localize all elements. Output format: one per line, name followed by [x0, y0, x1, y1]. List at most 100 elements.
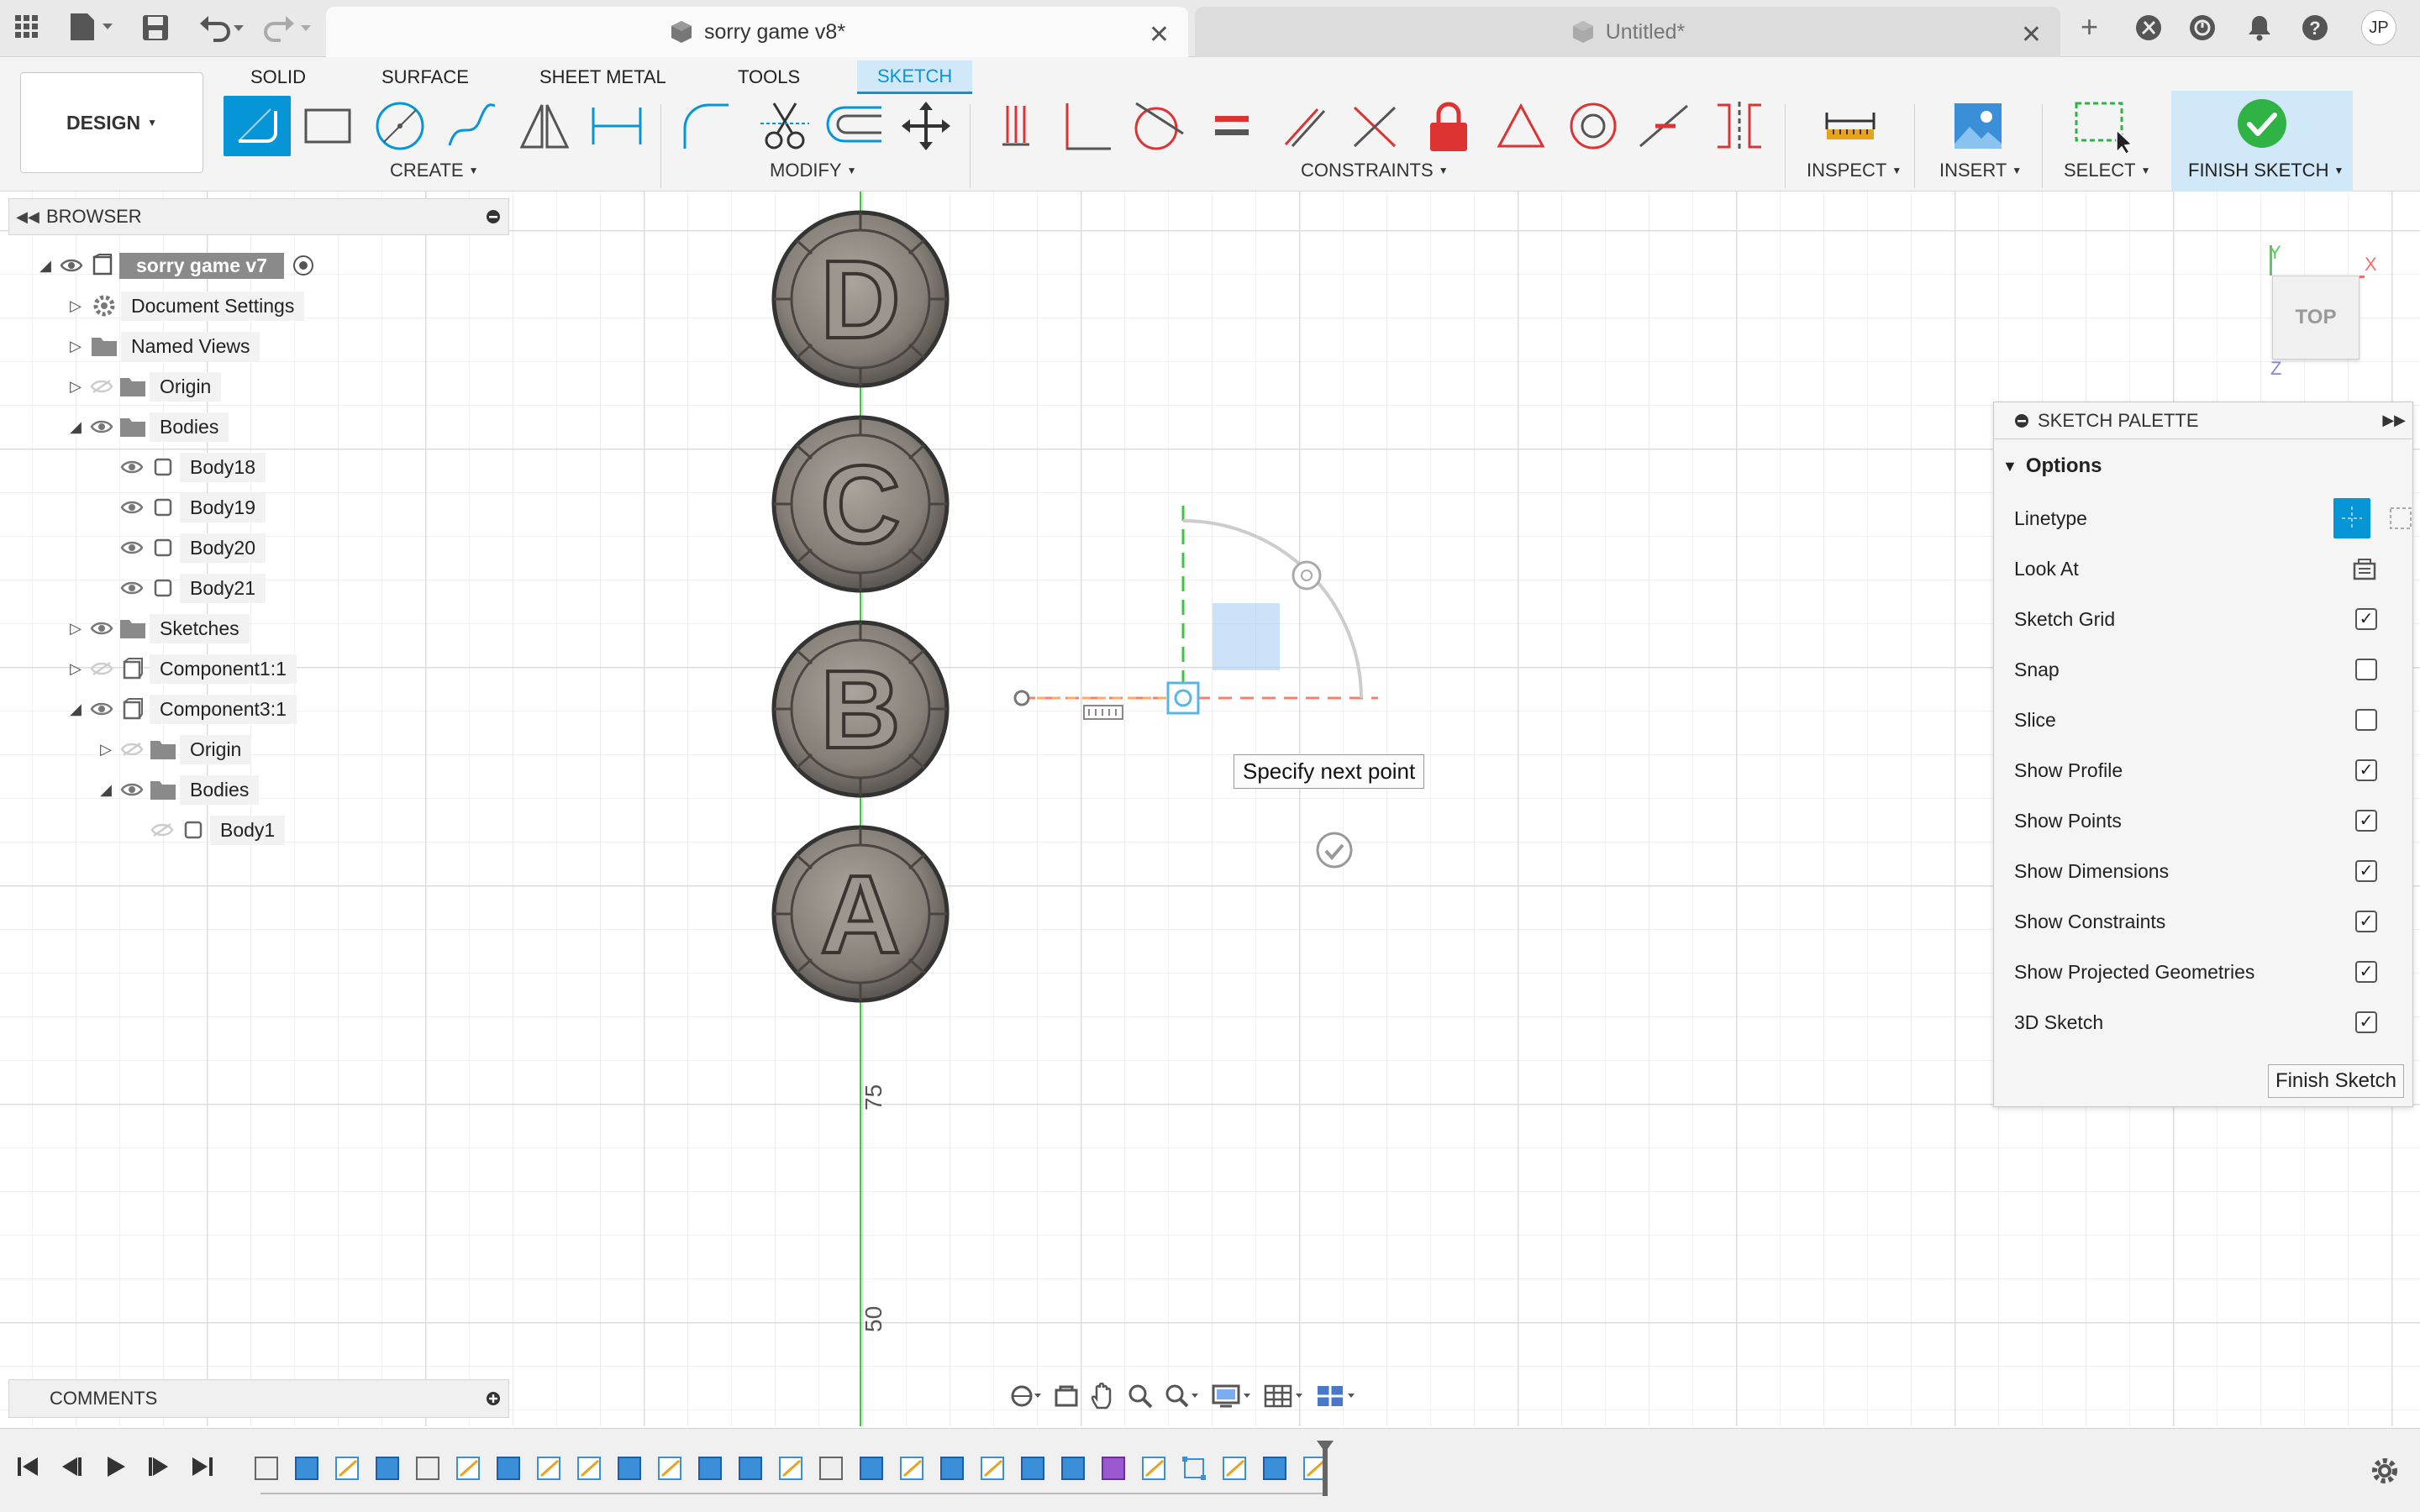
display-settings-icon[interactable] [1212, 1383, 1252, 1409]
visibility-eye-icon[interactable] [57, 254, 86, 277]
palette-option-row[interactable]: Show Profile ✓ [2014, 745, 2401, 795]
comments-panel[interactable]: COMMENTS [8, 1379, 509, 1418]
close-icon[interactable]: ✕ [1149, 20, 1170, 50]
mirror-tool-button[interactable] [511, 96, 578, 156]
timeline-move-icon[interactable] [1180, 1452, 1210, 1483]
collinear-constraint-icon[interactable] [1706, 96, 1773, 156]
pan-hand-icon[interactable] [1091, 1383, 1116, 1410]
timeline-extrude-icon[interactable] [736, 1452, 766, 1483]
equal-constraint-icon[interactable] [1198, 96, 1265, 156]
modify-menu[interactable]: MODIFY ▼ [770, 160, 856, 181]
create-menu[interactable]: CREATE ▼ [390, 160, 479, 181]
visibility-eye-icon[interactable] [87, 697, 116, 721]
timeline-extrude-icon[interactable] [938, 1452, 968, 1483]
tab-sheet-metal[interactable]: SHEET METAL [539, 60, 666, 94]
token-body-c[interactable]: C [771, 415, 950, 593]
timeline-sketch-icon[interactable] [655, 1452, 686, 1483]
spline-tool-button[interactable] [439, 96, 506, 156]
visibility-eye-icon[interactable] [118, 496, 146, 519]
visibility-eye-icon[interactable] [118, 778, 146, 801]
tangent-constraint-icon[interactable] [1124, 96, 1192, 156]
insert-menu[interactable]: INSERT ▼ [1939, 160, 2022, 181]
timeline-extrude-icon[interactable] [1059, 1452, 1089, 1483]
expand-toggle[interactable]: ▷ [64, 660, 87, 678]
extensions-icon[interactable] [2134, 13, 2163, 42]
timeline-sketch-icon[interactable] [1139, 1452, 1170, 1483]
visibility-eye-icon[interactable] [87, 617, 116, 640]
browser-tree-item[interactable]: ▷ Named Views [64, 329, 260, 363]
finish-sketch-button[interactable]: FINISH SKETCH ▼ [2171, 91, 2353, 192]
fit-window-icon[interactable] [1165, 1383, 1200, 1409]
offset-tool-button[interactable] [822, 96, 889, 156]
tab-untitled[interactable]: Untitled* ✕ [1195, 7, 2060, 57]
visibility-eye-icon[interactable] [118, 738, 146, 761]
token-body-b[interactable]: B [771, 620, 950, 798]
grid-settings-icon[interactable] [1264, 1383, 1304, 1409]
browser-tree-item[interactable]: ▷ Document Settings [64, 289, 305, 323]
palette-option-row[interactable]: Show Constraints ✓ [2014, 896, 2401, 947]
zoom-icon[interactable] [1128, 1383, 1153, 1409]
insert-image-icon[interactable] [1944, 96, 2012, 156]
avatar[interactable]: JP [2361, 10, 2396, 45]
timeline-sketch-icon[interactable] [1220, 1452, 1250, 1483]
timeline-component-icon[interactable] [1099, 1452, 1129, 1483]
constraints-menu[interactable]: CONSTRAINTS ▼ [1301, 160, 1449, 181]
orbit-icon[interactable] [1008, 1382, 1042, 1410]
browser-tree-item[interactable]: ▷ Sketches [64, 612, 250, 645]
expand-toggle[interactable]: ◢ [64, 701, 87, 718]
browser-tree-item[interactable]: Body21 [94, 571, 266, 605]
notifications-bell-icon[interactable] [2245, 13, 2274, 42]
token-body-d[interactable]: D [771, 210, 950, 388]
timeline-sketch-icon[interactable] [776, 1452, 807, 1483]
look-at-button[interactable] [2352, 557, 2377, 580]
option-checkbox[interactable]: ✓ [2355, 759, 2377, 781]
trim-tool-button[interactable] [751, 96, 818, 156]
palette-option-row[interactable]: Show Dimensions ✓ [2014, 846, 2401, 896]
palette-option-row[interactable]: Slice [2014, 695, 2401, 745]
move-copy-tool-button[interactable] [892, 96, 960, 156]
expand-toggle[interactable]: ▷ [64, 378, 87, 396]
timeline-sketch-icon[interactable] [978, 1452, 1008, 1483]
timeline-extrude-icon[interactable] [696, 1452, 726, 1483]
job-status-icon[interactable] [2188, 13, 2217, 42]
expand-toggle[interactable]: ▷ [64, 338, 87, 355]
option-checkbox[interactable]: ✓ [2355, 911, 2377, 932]
horizontal-constraint-icon[interactable] [1083, 705, 1123, 720]
close-icon[interactable]: ✕ [2021, 20, 2042, 50]
palette-option-row[interactable]: Show Projected Geometries ✓ [2014, 947, 2401, 997]
timeline-extrude-icon[interactable] [494, 1452, 524, 1483]
tab-sketch[interactable]: SKETCH [857, 60, 973, 94]
timeline-sketch-icon[interactable] [333, 1452, 363, 1483]
step-forward-icon[interactable] [146, 1454, 171, 1479]
browser-tree-item[interactable]: ▷ Origin [64, 370, 222, 403]
palette-option-row[interactable]: Show Points ✓ [2014, 795, 2401, 846]
visibility-eye-icon[interactable] [148, 818, 176, 842]
select-menu[interactable]: SELECT ▼ [2064, 160, 2150, 181]
line-tool-button[interactable] [224, 96, 291, 156]
circle-tool-button[interactable] [366, 96, 434, 156]
browser-tree-item[interactable]: Body19 [94, 491, 266, 524]
browser-tree-item[interactable]: ◢ Bodies [94, 773, 260, 806]
visibility-eye-icon[interactable] [87, 415, 116, 438]
option-checkbox[interactable]: ✓ [2355, 608, 2377, 630]
option-checkbox[interactable]: ✓ [2355, 810, 2377, 832]
new-tab-icon[interactable]: + [2081, 12, 2098, 42]
fillet-tool-button[interactable] [672, 96, 739, 156]
rectangle-tool-button[interactable] [294, 96, 361, 156]
browser-tree-item[interactable]: Body18 [94, 450, 266, 484]
go-to-start-icon[interactable] [15, 1454, 40, 1479]
viewports-icon[interactable] [1316, 1383, 1356, 1409]
browser-tree-item[interactable]: Body1 [124, 813, 286, 847]
browser-tree-item[interactable]: ◢ Component3:1 [64, 692, 297, 726]
app-grid-icon[interactable] [13, 13, 40, 40]
step-back-icon[interactable] [59, 1454, 84, 1479]
undo-icon[interactable] [198, 13, 249, 42]
visibility-eye-icon[interactable] [118, 576, 146, 600]
concentric-constraint-icon[interactable] [1560, 96, 1627, 156]
panel-options-icon[interactable] [485, 208, 502, 225]
token-body-a[interactable]: A [771, 825, 950, 1003]
expand-toggle[interactable]: ▷ [94, 741, 118, 759]
tab-sorry-game[interactable]: sorry game v8* ✕ [326, 7, 1188, 57]
centerline-linetype-button[interactable] [2387, 505, 2414, 532]
option-checkbox[interactable] [2355, 659, 2377, 680]
